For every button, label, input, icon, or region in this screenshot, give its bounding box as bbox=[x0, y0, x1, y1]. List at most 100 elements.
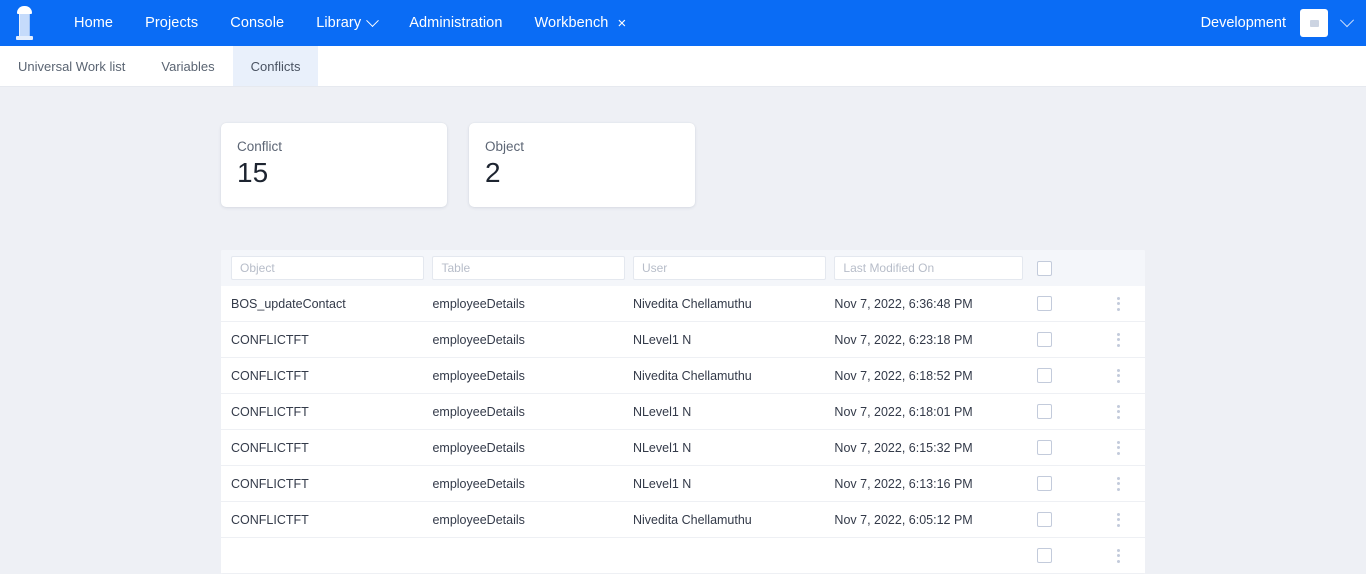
filter-input-last-modified-on[interactable] bbox=[834, 256, 1023, 280]
table-row[interactable]: CONFLICTFT employeeDetails NLevel1 N Nov 7,… bbox=[221, 466, 1145, 502]
row-menu-cell bbox=[1091, 402, 1145, 422]
cell-user: NLevel1 N bbox=[632, 332, 692, 347]
stat-card-conflict: Conflict 15 bbox=[221, 123, 447, 207]
row-menu-cell bbox=[1091, 438, 1145, 458]
cell-table: employeeDetails bbox=[432, 296, 525, 311]
cell-modified: Nov 7, 2022, 6:15:32 PM bbox=[834, 440, 973, 455]
row-more-options-icon[interactable] bbox=[1111, 474, 1126, 494]
chevron-down-icon[interactable] bbox=[366, 13, 380, 27]
nav-item-label: Home bbox=[74, 15, 114, 31]
row-checkbox[interactable] bbox=[1036, 296, 1052, 311]
filter-cell-table bbox=[432, 256, 632, 280]
stat-card-value: 15 bbox=[237, 157, 269, 188]
cell-object: CONFLICTFT bbox=[231, 368, 309, 383]
select-all-checkbox[interactable] bbox=[1036, 260, 1052, 276]
row-checkbox[interactable] bbox=[1036, 512, 1052, 527]
cell-modified: Nov 7, 2022, 6:18:52 PM bbox=[834, 368, 973, 383]
avatar[interactable] bbox=[1300, 9, 1328, 37]
stat-card-object: Object 2 bbox=[469, 123, 695, 207]
row-checkbox[interactable] bbox=[1036, 440, 1052, 455]
nav-item-label: Console bbox=[230, 15, 285, 31]
nav-item-library[interactable]: Library bbox=[300, 9, 393, 37]
table-row[interactable]: CONFLICTFT employeeDetails NLevel1 N Nov 7,… bbox=[221, 430, 1145, 466]
row-checkbox[interactable] bbox=[1036, 332, 1052, 347]
cell-object: CONFLICTFT bbox=[231, 404, 309, 419]
cell-object: CONFLICTFT bbox=[231, 512, 309, 527]
cell-table: employeeDetails bbox=[432, 476, 525, 491]
nav-item-label: Projects bbox=[145, 15, 199, 31]
page-content: Conflict15Object2 BOS_updateContactemplo… bbox=[0, 87, 1366, 574]
table-row[interactable]: CONFLICTFT employeeDetails NLevel1 N Nov 7,… bbox=[221, 394, 1145, 430]
nav-item-projects[interactable]: Projects bbox=[129, 9, 214, 37]
cell-object: CONFLICTFT bbox=[231, 332, 309, 347]
row-checkbox[interactable] bbox=[1036, 476, 1052, 491]
filter-input-user[interactable] bbox=[632, 256, 827, 280]
select-all-cell bbox=[1031, 260, 1091, 276]
nav-item-label: Workbench bbox=[534, 15, 609, 31]
nav-item-home[interactable]: Home bbox=[58, 9, 129, 37]
nav-item-console[interactable]: Console bbox=[214, 9, 300, 37]
row-checkbox-cell bbox=[1031, 548, 1091, 563]
filter-cell-last-modified-on bbox=[834, 256, 1031, 280]
cell-modified: Nov 7, 2022, 6:36:48 PM bbox=[834, 296, 973, 311]
filter-cell-object bbox=[231, 256, 432, 280]
cell-object: CONFLICTFT bbox=[231, 440, 309, 455]
row-more-options-icon[interactable] bbox=[1111, 510, 1126, 530]
row-menu-cell bbox=[1091, 294, 1145, 314]
table-row[interactable] bbox=[221, 538, 1145, 574]
row-more-options-icon[interactable] bbox=[1111, 402, 1126, 422]
tab-universal-work-list[interactable]: Universal Work list bbox=[0, 46, 143, 86]
pillar-logo-icon[interactable] bbox=[10, 3, 40, 43]
table-row[interactable]: CONFLICTFT employeeDetails Nivedita Chella… bbox=[221, 358, 1145, 394]
cell-table: employeeDetails bbox=[432, 440, 525, 455]
filter-input-object[interactable] bbox=[231, 256, 425, 280]
row-checkbox-cell bbox=[1031, 368, 1091, 383]
row-checkbox-cell bbox=[1031, 476, 1091, 491]
cell-table: employeeDetails bbox=[432, 332, 525, 347]
tab-conflicts[interactable]: Conflicts bbox=[232, 46, 319, 86]
row-checkbox-cell bbox=[1031, 332, 1091, 347]
table-row[interactable]: BOS_updateContact employeeDetails Nivedita… bbox=[221, 286, 1145, 322]
nav-item-label: Library bbox=[316, 15, 362, 31]
tab-variables[interactable]: Variables bbox=[143, 46, 232, 86]
cell-table: employeeDetails bbox=[432, 368, 525, 383]
row-menu-cell bbox=[1091, 510, 1145, 530]
summary-cards: Conflict 15 Object 2 bbox=[0, 87, 1366, 207]
cell-object: CONFLICTFT bbox=[231, 476, 309, 491]
stat-card-value: 2 bbox=[485, 157, 501, 188]
cell-user: NLevel1 N bbox=[632, 404, 692, 419]
row-more-options-icon[interactable] bbox=[1111, 330, 1126, 350]
cell-table: employeeDetails bbox=[432, 404, 525, 419]
table-row[interactable]: CONFLICTFT employeeDetails NLevel1 N Nov 7,… bbox=[221, 322, 1145, 358]
cell-modified: Nov 7, 2022, 6:18:01 PM bbox=[834, 404, 973, 419]
row-checkbox[interactable] bbox=[1036, 548, 1052, 563]
cell-object: BOS_updateContact bbox=[231, 296, 346, 311]
row-checkbox-cell bbox=[1031, 296, 1091, 311]
cell-user: Nivedita Chellamuthu bbox=[632, 512, 752, 527]
row-checkbox-cell bbox=[1031, 440, 1091, 455]
row-more-options-icon[interactable] bbox=[1111, 366, 1126, 386]
nav-item-administration[interactable]: Administration bbox=[393, 9, 518, 37]
row-more-options-icon[interactable] bbox=[1111, 546, 1126, 566]
cell-modified: Nov 7, 2022, 6:13:16 PM bbox=[834, 476, 973, 491]
cell-user: NLevel1 N bbox=[632, 476, 692, 491]
row-more-options-icon[interactable] bbox=[1111, 438, 1126, 458]
row-checkbox-cell bbox=[1031, 512, 1091, 527]
close-icon[interactable]: × bbox=[617, 16, 626, 31]
filter-input-table[interactable] bbox=[432, 256, 625, 280]
stat-card-label: Object bbox=[485, 139, 525, 154]
avatar-mark-icon bbox=[1309, 19, 1319, 27]
table-row[interactable]: CONFLICTFT employeeDetails Nivedita Chella… bbox=[221, 502, 1145, 538]
cell-user: NLevel1 N bbox=[632, 440, 692, 455]
row-checkbox[interactable] bbox=[1036, 368, 1052, 383]
conflicts-table: BOS_updateContact employeeDetails Nivedita… bbox=[221, 250, 1145, 574]
row-checkbox[interactable] bbox=[1036, 404, 1052, 419]
environment-label: Development bbox=[1200, 15, 1286, 31]
row-more-options-icon[interactable] bbox=[1111, 294, 1126, 314]
cell-user: Nivedita Chellamuthu bbox=[632, 368, 752, 383]
row-checkbox-cell bbox=[1031, 404, 1091, 419]
row-menu-cell bbox=[1091, 474, 1145, 494]
account-chevron-down-icon[interactable] bbox=[1339, 13, 1355, 28]
nav-item-workbench[interactable]: Workbench × bbox=[519, 9, 643, 37]
table-filter-row bbox=[221, 250, 1145, 286]
